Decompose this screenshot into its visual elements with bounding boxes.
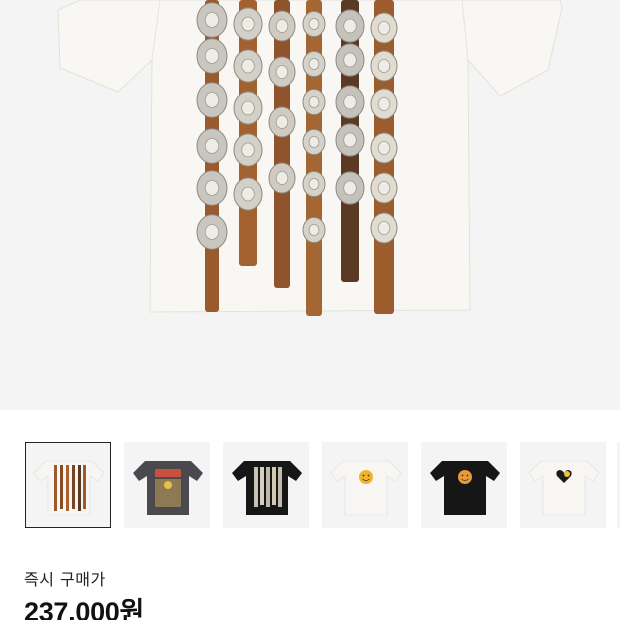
concho-center-2-5	[241, 186, 255, 202]
concho-center-4-4	[308, 136, 320, 148]
concho-center-6-6	[377, 221, 391, 235]
tshirt-white-heart-icon	[528, 460, 600, 516]
instant-buy-price: 237,000원	[24, 597, 145, 620]
concho-center-4-3	[308, 96, 320, 108]
thumbnail-3[interactable]	[223, 442, 309, 528]
thumbnail-5[interactable]	[421, 442, 507, 528]
concho-center-5-3	[343, 94, 357, 110]
thumbnail-1[interactable]	[25, 442, 111, 528]
instant-buy-label: 즉시 구매가	[24, 570, 106, 589]
tshirt-black-smiley-icon	[430, 461, 500, 515]
concho-center-2-4	[241, 142, 255, 158]
product-main-image[interactable]	[0, 0, 620, 410]
thumbnail-6[interactable]	[520, 442, 606, 528]
concho-center-1-4	[204, 138, 220, 154]
concho-center-2-2	[241, 58, 255, 74]
belt-strap-3	[274, 0, 290, 288]
concho-center-1-3	[204, 92, 220, 108]
tshirt-black-concho-belts-icon	[232, 461, 302, 515]
concho-center-2-1	[241, 16, 255, 32]
concho-center-3-4	[275, 171, 289, 185]
concho-center-5-4	[343, 132, 357, 148]
concho-center-6-5	[377, 181, 391, 195]
concho-center-1-5	[204, 180, 220, 196]
tshirt-charcoal-graphic-icon	[133, 461, 203, 515]
concho-center-4-1	[308, 18, 320, 30]
concho-center-2-3	[241, 100, 255, 116]
concho-center-6-2	[377, 59, 391, 73]
thumbnail-strip	[0, 440, 620, 530]
thumbnail-2[interactable]	[124, 442, 210, 528]
belt-strap-4	[306, 0, 322, 316]
concho-center-4-6	[308, 224, 320, 236]
concho-center-1-1	[204, 12, 220, 28]
concho-center-1-2	[204, 48, 220, 64]
tshirt-white-smiley-icon	[330, 460, 402, 516]
concho-center-3-3	[275, 115, 289, 129]
concho-center-6-4	[377, 141, 391, 155]
concho-center-1-6	[204, 224, 220, 240]
concho-center-6-1	[377, 21, 391, 35]
tshirt-white-concho-belts-icon	[33, 460, 105, 516]
thumbnail-4[interactable]	[322, 442, 408, 528]
concho-center-4-2	[308, 58, 320, 70]
concho-center-6-3	[377, 97, 391, 111]
concho-center-5-1	[343, 18, 357, 34]
concho-center-5-2	[343, 52, 357, 68]
concho-center-3-1	[275, 19, 289, 33]
tshirt-concho-belt-print-icon	[57, 0, 563, 316]
concho-center-3-2	[275, 65, 289, 79]
concho-center-5-5	[343, 180, 357, 196]
concho-center-4-5	[308, 178, 320, 190]
